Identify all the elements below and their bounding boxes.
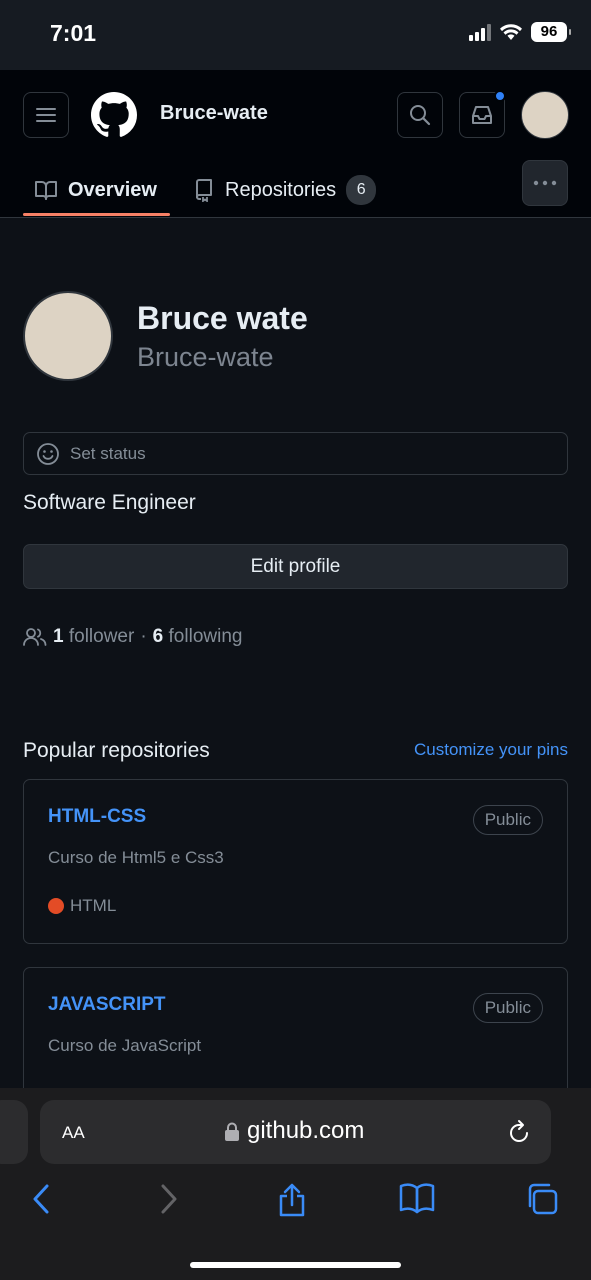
tab-overview[interactable]: Overview (34, 162, 157, 218)
home-indicator (190, 1262, 401, 1268)
address-bar[interactable]: AA github.com (40, 1100, 551, 1164)
lock-icon (225, 1122, 239, 1141)
search-icon (410, 105, 431, 126)
hamburger-icon (36, 108, 56, 122)
set-status-label: Set status (70, 443, 146, 463)
notification-dot (494, 90, 506, 102)
cellular-signal-icon (469, 23, 491, 41)
profile-name: Bruce wate (137, 300, 308, 336)
repo-description: Curso de Html5 e Css3 (48, 848, 224, 867)
repo-language-label: HTML (70, 896, 117, 915)
github-logo-icon[interactable] (91, 92, 137, 138)
people-icon (23, 628, 47, 646)
language-color-dot (48, 898, 64, 914)
popular-repositories-title: Popular repositories (23, 739, 210, 762)
forward-icon[interactable] (158, 1182, 180, 1216)
inbox-icon (472, 106, 492, 124)
repo-card: HTML-CSS Public Curso de Html5 e Css3 HT… (23, 779, 568, 944)
github-header: Bruce-wate Overview Repositories 6 (0, 70, 591, 218)
profile-avatar[interactable] (23, 291, 113, 381)
aa-label: AA (62, 1123, 85, 1142)
url-text: github.com (247, 1117, 365, 1144)
battery-icon: 96 (531, 22, 571, 42)
previous-tab-peek[interactable] (0, 1100, 28, 1164)
following-count: 6 (152, 626, 164, 647)
search-button[interactable] (397, 92, 443, 138)
edit-profile-button[interactable]: Edit profile (23, 544, 568, 589)
header-username[interactable]: Bruce-wate (160, 102, 268, 125)
tab-overview-label: Overview (68, 178, 157, 201)
share-icon[interactable] (277, 1182, 307, 1218)
following-link[interactable]: 6 following (153, 626, 243, 648)
book-icon (35, 181, 57, 200)
set-status-button[interactable]: Set status (23, 432, 568, 475)
profile-main: Bruce wate Bruce-wate Set status Softwar… (0, 218, 591, 1088)
customize-pins-link[interactable]: Customize your pins (414, 740, 568, 760)
user-avatar-small[interactable] (521, 91, 569, 139)
followers-label: follower (68, 626, 135, 647)
tab-repositories[interactable]: Repositories 6 (193, 162, 377, 218)
status-icons: 96 (469, 22, 571, 42)
back-icon[interactable] (30, 1182, 52, 1216)
repositories-count-badge: 6 (346, 175, 377, 205)
reader-options-button[interactable]: AA (62, 1118, 85, 1144)
tab-repositories-label: Repositories (225, 178, 337, 201)
follow-stats: 1 follower · 6 following (23, 626, 242, 648)
profile-bio: Software Engineer (23, 491, 196, 514)
tabs-icon[interactable] (525, 1182, 559, 1216)
repo-visibility-badge: Public (472, 993, 543, 1023)
profile-login: Bruce-wate (137, 342, 274, 372)
bookmarks-icon[interactable] (399, 1182, 435, 1214)
follow-separator: · (140, 626, 147, 647)
repo-name-link[interactable]: JAVASCRIPT (48, 994, 166, 1016)
smiley-icon (37, 442, 59, 465)
followers-count: 1 (53, 626, 64, 647)
repo-icon (196, 179, 212, 202)
repo-visibility-badge: Public (472, 805, 543, 835)
wifi-icon (500, 24, 522, 40)
kebab-horizontal-icon (533, 180, 557, 186)
active-tab-underline (23, 213, 170, 216)
followers-link[interactable]: 1 follower (53, 626, 134, 648)
more-options-button[interactable] (522, 160, 568, 206)
following-label: following (168, 626, 243, 647)
reload-icon[interactable] (507, 1119, 531, 1145)
repo-card: JAVASCRIPT Public Curso de JavaScript (23, 967, 568, 1088)
menu-button[interactable] (23, 92, 69, 138)
safari-toolbar: AA github.com (0, 1088, 591, 1280)
repo-language: HTML (48, 896, 116, 916)
status-time: 7:01 (50, 20, 97, 46)
repo-description: Curso de JavaScript (48, 1036, 202, 1055)
repo-name-link[interactable]: HTML-CSS (48, 806, 146, 828)
status-bar: 7:01 96 (0, 0, 591, 70)
